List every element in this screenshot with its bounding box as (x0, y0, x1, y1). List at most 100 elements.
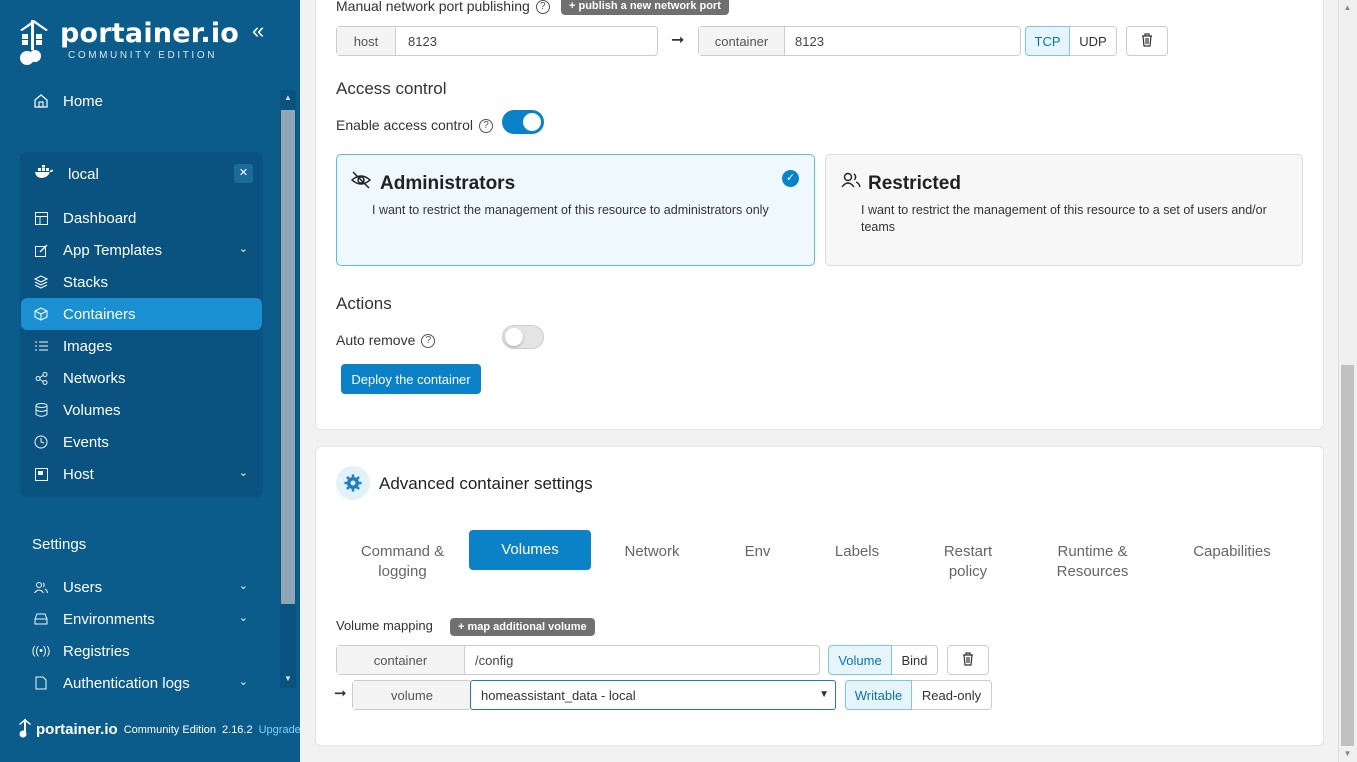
collapse-sidebar-icon[interactable]: « (252, 20, 276, 42)
users-icon (33, 579, 49, 595)
chevron-down-icon: ⌄ (238, 243, 248, 255)
sidebar-item-label: Environments (63, 610, 155, 628)
edit-icon (33, 242, 49, 258)
option-restricted[interactable]: Restricted I want to restrict the manage… (825, 154, 1303, 266)
sidebar-item-app-templates[interactable]: App Templates ⌄ (21, 234, 262, 266)
sidebar-item-registries[interactable]: ((•)) Registries (21, 635, 262, 667)
sidebar-item-events[interactable]: Events (21, 426, 262, 458)
file-icon (33, 675, 49, 691)
users-icon (841, 172, 861, 191)
eye-off-icon (350, 171, 372, 192)
portainer-logo-icon (18, 18, 52, 65)
sidebar-item-containers[interactable]: Containers (21, 298, 262, 330)
tab-labels[interactable]: Labels (822, 542, 892, 562)
sidebar: portainer.io COMMUNITY EDITION « Home lo… (0, 0, 301, 762)
deploy-container-button[interactable]: Deploy the container (341, 364, 481, 394)
trash-icon (1141, 32, 1153, 50)
sidebar-item-dashboard[interactable]: Dashboard (21, 202, 262, 234)
tab-restart-policy[interactable]: Restart policy (930, 542, 1006, 582)
sidebar-item-users[interactable]: Users ⌄ (21, 571, 262, 603)
volume-addon: volume (353, 681, 471, 709)
auto-remove-toggle[interactable] (502, 325, 544, 349)
chevron-down-icon: ⌄ (238, 676, 248, 688)
chevron-down-icon: ⌄ (238, 467, 248, 479)
logo-name: portainer.io (60, 18, 240, 49)
tab-capabilities[interactable]: Capabilities (1185, 542, 1279, 562)
remove-port-button[interactable] (1126, 26, 1168, 56)
clock-icon (33, 434, 49, 450)
sidebar-scrollbar-thumb[interactable] (281, 110, 295, 604)
list-icon (33, 338, 49, 354)
access-control-toggle[interactable] (502, 110, 544, 134)
mode-writable[interactable]: Writable (845, 680, 912, 710)
help-icon[interactable]: ? (478, 119, 493, 134)
logo-edition: COMMUNITY EDITION (68, 50, 218, 61)
mode-read-only[interactable]: Read-only (912, 680, 992, 710)
container-path-addon: container (337, 646, 465, 674)
layers-icon (33, 274, 49, 290)
sidebar-item-networks[interactable]: Networks (21, 362, 262, 394)
upgrade-link[interactable]: Upgrade (259, 724, 301, 736)
help-icon[interactable]: ? (535, 0, 550, 15)
footer-version: 2.16.2 (222, 723, 253, 736)
option-description: I want to restrict the management of thi… (861, 203, 1267, 234)
sidebar-item-label: Host (63, 465, 94, 483)
box-icon (33, 306, 49, 322)
portainer-small-logo-icon (18, 718, 32, 741)
sidebar-item-home[interactable]: Home (21, 85, 262, 117)
container-port-input[interactable]: 8123 (785, 27, 1020, 55)
publish-port-button[interactable]: + publish a new network port (561, 0, 729, 15)
volume-type-bind[interactable]: Bind (892, 645, 938, 675)
sidebar-item-label: App Templates (63, 241, 162, 259)
close-environment-icon[interactable]: ✕ (234, 164, 253, 183)
host-port-input[interactable]: 8123 (396, 27, 657, 55)
sidebar-item-label: Home (63, 92, 104, 110)
sidebar-item-label: Networks (63, 369, 126, 387)
scroll-up-icon[interactable]: ▲ (280, 90, 296, 106)
volume-select-value: homeassistant_data - local (481, 687, 636, 703)
sidebar-item-label: Registries (63, 642, 130, 660)
ports-label: Manual network port publishing? (336, 0, 550, 15)
option-administrators[interactable]: Administrators I want to restrict the ma… (336, 154, 815, 266)
volume-type-volume[interactable]: Volume (828, 645, 892, 675)
gear-icon (336, 466, 370, 500)
sidebar-item-environments[interactable]: Environments ⌄ (21, 603, 262, 635)
page-scrollbar-thumb[interactable] (1341, 365, 1354, 746)
scroll-down-icon[interactable]: ▼ (1341, 748, 1354, 760)
protocol-tcp[interactable]: TCP (1025, 26, 1070, 56)
sidebar-item-authentication-logs[interactable]: Authentication logs ⌄ (21, 667, 262, 699)
docker-icon (34, 164, 54, 184)
container-path-group: container /config (336, 645, 820, 675)
option-title: Administrators (380, 173, 516, 194)
container-addon: container (699, 27, 785, 55)
share-icon (33, 370, 49, 386)
volume-type-toggle: Volume Bind (828, 645, 938, 675)
tab-env[interactable]: Env (730, 542, 785, 562)
chevron-down-icon: ▼ (819, 689, 829, 700)
tab-network[interactable]: Network (610, 542, 694, 562)
map-volume-button[interactable]: + map additional volume (450, 618, 595, 636)
sidebar-item-stacks[interactable]: Stacks (21, 266, 262, 298)
portainer-logo[interactable]: portainer.io COMMUNITY EDITION (18, 18, 240, 65)
scroll-down-icon[interactable]: ▼ (280, 671, 296, 687)
check-icon: ✓ (782, 170, 799, 187)
settings-section-label: Settings (32, 536, 87, 553)
protocol-udp[interactable]: UDP (1070, 26, 1117, 56)
tab-volumes[interactable]: Volumes (469, 530, 591, 570)
tab-runtime-resources[interactable]: Runtime & Resources (1042, 542, 1143, 582)
volume-mode-toggle: Writable Read-only (845, 680, 992, 710)
protocol-toggle: TCP UDP (1025, 26, 1117, 56)
help-icon[interactable]: ? (421, 334, 436, 349)
tab-command-logging[interactable]: Command & logging (350, 542, 455, 582)
sidebar-item-volumes[interactable]: Volumes (21, 394, 262, 426)
sidebar-item-host[interactable]: Host ⌄ (21, 458, 262, 490)
sidebar-item-images[interactable]: Images (21, 330, 262, 362)
scroll-up-icon[interactable]: ▲ (1341, 2, 1354, 14)
volume-select[interactable]: homeassistant_data - local ▼ (470, 680, 836, 710)
volume-addon-group: volume (352, 680, 472, 710)
host-port-group: host 8123 (336, 26, 658, 56)
auto-remove-label: Auto remove? (336, 332, 436, 349)
trash-icon (962, 651, 974, 669)
container-path-input[interactable]: /config (465, 646, 819, 674)
remove-volume-button[interactable] (947, 645, 989, 675)
